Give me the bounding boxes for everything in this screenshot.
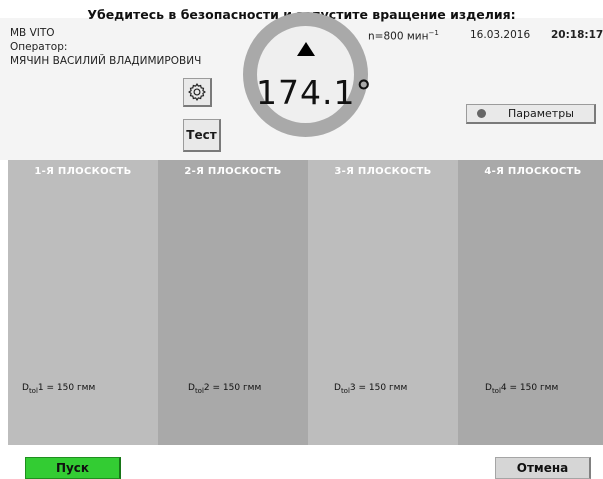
- gear-icon: [188, 83, 206, 101]
- plane-4-panel: 4-Я ПЛОСКОСТЬ Dtol4 = 150 гмм: [458, 160, 603, 445]
- parameters-button[interactable]: Параметры: [466, 104, 596, 124]
- dial-marker-triangle-icon: [297, 42, 315, 56]
- plane-2-tolerance: Dtol2 = 150 гмм: [188, 383, 261, 395]
- tol-value: 1 = 150 гмм: [37, 383, 96, 393]
- date-display: 16.03.2016: [470, 29, 531, 41]
- plane-1-panel: 1-Я ПЛОСКОСТЬ Dtol1 = 150 гмм: [8, 160, 158, 445]
- tol-value: 2 = 150 гмм: [203, 383, 262, 393]
- machine-name: MB VITO: [10, 27, 55, 39]
- plane-3-panel: 3-Я ПЛОСКОСТЬ Dtol3 = 150 гмм: [308, 160, 458, 445]
- tol-subscript: tol: [194, 386, 204, 395]
- plane-1-tolerance: Dtol1 = 150 гмм: [22, 383, 95, 395]
- rotation-speed: n=800 мин−1: [368, 29, 439, 43]
- status-indicator-icon: [477, 109, 486, 118]
- plane-3-title: 3-Я ПЛОСКОСТЬ: [334, 166, 432, 177]
- angle-readout: 174.1°: [256, 73, 373, 112]
- settings-button[interactable]: [183, 78, 212, 107]
- parameters-label: Параметры: [508, 107, 574, 120]
- tol-prefix: D: [22, 383, 29, 393]
- tol-prefix: D: [334, 383, 341, 393]
- tol-value: 3 = 150 гмм: [349, 383, 408, 393]
- plane-4-title: 4-Я ПЛОСКОСТЬ: [484, 166, 582, 177]
- start-button[interactable]: Пуск: [25, 457, 121, 479]
- test-button[interactable]: Тест: [183, 119, 221, 152]
- tol-subscript: tol: [28, 386, 38, 395]
- time-display: 20:18:17: [551, 29, 603, 41]
- operator-name: МЯЧИН ВАСИЛИЙ ВЛАДИМИРОВИЧ: [10, 55, 202, 67]
- tol-prefix: D: [485, 383, 492, 393]
- cancel-button[interactable]: Отмена: [495, 457, 591, 479]
- speed-value: n=800 мин: [368, 30, 429, 43]
- plane-2-title: 2-Я ПЛОСКОСТЬ: [184, 166, 282, 177]
- plane-4-tolerance: Dtol4 = 150 гмм: [485, 383, 558, 395]
- operator-label: Оператор:: [10, 41, 68, 53]
- tol-value: 4 = 150 гмм: [500, 383, 559, 393]
- tol-subscript: tol: [340, 386, 350, 395]
- plane-3-tolerance: Dtol3 = 150 гмм: [334, 383, 407, 395]
- plane-1-title: 1-Я ПЛОСКОСТЬ: [34, 166, 132, 177]
- tol-prefix: D: [188, 383, 195, 393]
- speed-unit-exponent: −1: [428, 29, 439, 37]
- plane-2-panel: 2-Я ПЛОСКОСТЬ Dtol2 = 150 гмм: [158, 160, 308, 445]
- tol-subscript: tol: [491, 386, 501, 395]
